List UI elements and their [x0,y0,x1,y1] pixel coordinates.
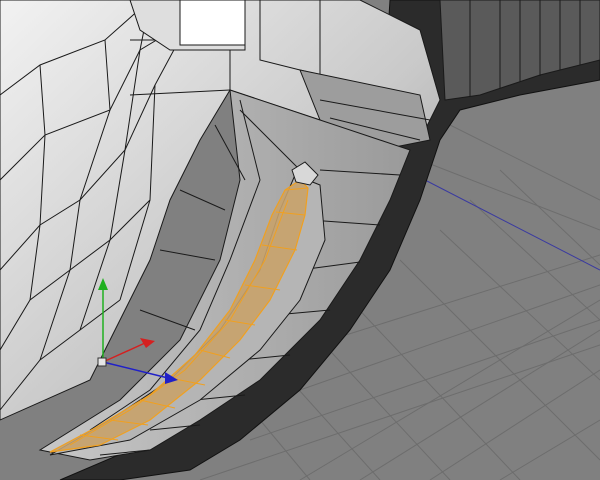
mesh-window-pane[interactable] [179,0,246,46]
gizmo-x-arrowhead[interactable] [140,338,155,348]
gizmo-x-axis[interactable] [102,342,146,363]
gizmo-origin-handle[interactable] [97,357,107,367]
scene-canvas[interactable] [0,0,600,480]
3d-viewport[interactable] [0,0,600,480]
construction-guide-line [424,179,600,271]
